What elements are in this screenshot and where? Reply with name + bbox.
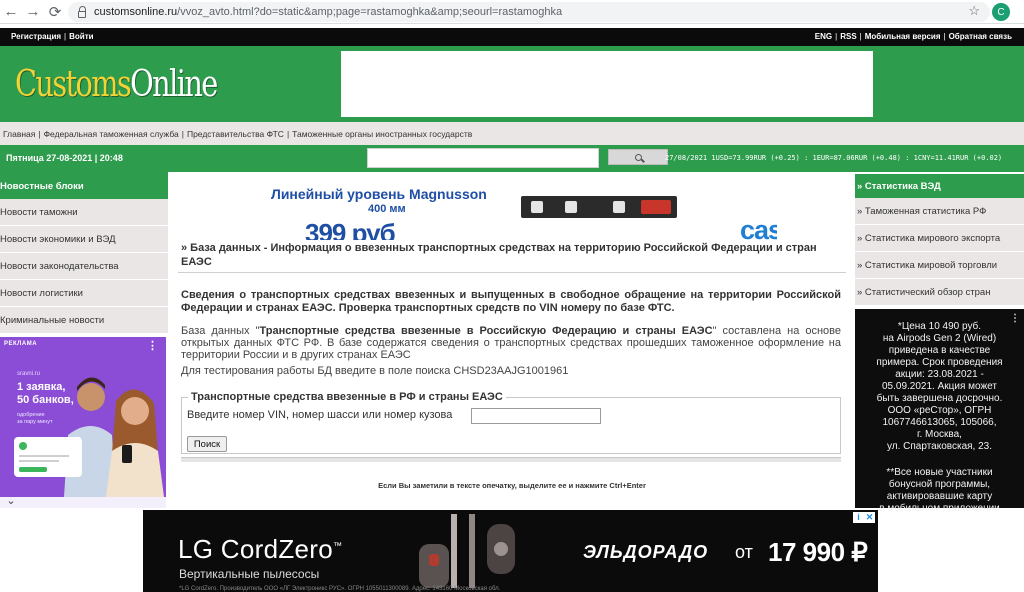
ad-site: sravni.ru bbox=[17, 371, 41, 377]
more-options-icon[interactable]: ⋮ bbox=[147, 339, 158, 352]
page-title: » База данных - Информация о ввезенных т… bbox=[181, 242, 817, 268]
lock-icon bbox=[78, 5, 86, 18]
sidebar-item-country-review[interactable]: » Статистический обзор стран bbox=[855, 279, 1024, 306]
right-ad-banner[interactable]: ⋮ *Цена 10 490 руб. на Airpods Gen 2 (Wi… bbox=[855, 309, 1024, 514]
url-path: /vvoz_avto.html?do=static&amp;page=rasta… bbox=[177, 6, 563, 18]
nav-item-fts[interactable]: Федеральная таможенная служба bbox=[44, 129, 179, 139]
main-content: » База данных - Информация о ввезенных т… bbox=[178, 240, 846, 508]
test-instructions: Для тестирования работы БД введите в пол… bbox=[181, 365, 569, 377]
site-search-button[interactable] bbox=[608, 149, 668, 165]
more-options-icon[interactable]: ⋮ bbox=[1010, 313, 1020, 325]
header-ad-slot[interactable] bbox=[341, 51, 873, 117]
close-icon[interactable]: ✕ bbox=[864, 512, 875, 523]
back-arrow-icon[interactable]: ← bbox=[0, 1, 22, 23]
site-search-input[interactable] bbox=[367, 148, 599, 168]
forward-arrow-icon[interactable]: → bbox=[22, 1, 44, 23]
currency-rates: 27/08/2021 1USD=73.99RUR (+0.25) : 1EUR=… bbox=[665, 154, 1003, 162]
banner-title: Линейный уровень Magnusson bbox=[271, 186, 487, 202]
sidebar-item-law-news[interactable]: Новости законодательства bbox=[0, 253, 168, 280]
vin-search-form: Транспортные средства ввезенные в РФ и с… bbox=[181, 391, 841, 454]
ad-product-name: LG CordZero™ bbox=[178, 534, 342, 565]
url-host: customsonline.ru bbox=[94, 6, 178, 18]
banner-price: 399 руб bbox=[305, 218, 396, 240]
spirit-level-image bbox=[521, 196, 677, 218]
sidebar-item-world-trade[interactable]: » Статистика мировой торговли bbox=[855, 252, 1024, 279]
ad-info-icon[interactable]: i bbox=[853, 512, 864, 523]
rss-link[interactable]: RSS bbox=[840, 32, 856, 41]
sidebar-item-customs-stats[interactable]: » Таможенная статистика РФ bbox=[855, 198, 1024, 225]
bottom-ad-banner[interactable]: LG CordZero™ Вертикальные пылесосы ЭЛЬДО… bbox=[143, 510, 878, 592]
news-blocks-title: Новостные блоки bbox=[0, 172, 168, 199]
lead-paragraph: Сведения о транспортных средствах ввезен… bbox=[181, 289, 841, 314]
logo-online: Online bbox=[130, 64, 218, 105]
feedback-link[interactable]: Обратная связь bbox=[949, 32, 1012, 41]
logo-customs: Customs bbox=[15, 64, 132, 105]
vin-label: Введите номер VIN, номер шасси или номер… bbox=[187, 409, 453, 421]
search-button[interactable]: Поиск bbox=[187, 436, 227, 452]
mobile-version-link[interactable]: Мобильная версия bbox=[865, 32, 941, 41]
browser-toolbar: ← → ⟳ customsonline.ru /vvoz_avto.html?d… bbox=[0, 0, 1024, 24]
woman-photo bbox=[106, 389, 164, 497]
left-ad-banner[interactable]: РЕКЛАМА ⋮ sravni.ru 1 заявка, 50 банков, … bbox=[0, 337, 166, 508]
right-sidebar: » Статистика ВЭД » Таможенная статистика… bbox=[855, 174, 1024, 514]
sidebar-item-economy-news[interactable]: Новости экономики и ВЭД bbox=[0, 226, 168, 253]
ad-disclaimer-2: **Все новые участники бонусной программы… bbox=[879, 467, 1000, 514]
retailer-logo: ЭЛЬДОРАДО bbox=[583, 542, 709, 562]
banner-brand: cas bbox=[740, 215, 777, 240]
divider bbox=[178, 272, 846, 273]
sidebar-item-crime-news[interactable]: Криминальные новости bbox=[0, 307, 168, 334]
site-header: CustomsOnline bbox=[0, 46, 1024, 122]
profile-avatar[interactable]: C bbox=[992, 3, 1010, 21]
ad-brand: LG CordZero bbox=[178, 534, 334, 564]
desc-pre: База данных " bbox=[181, 325, 260, 337]
nav-item-foreign-customs[interactable]: Таможенные органы иностранных государств bbox=[292, 129, 472, 139]
current-date: Пятница 27-08-2021 | 20:48 bbox=[6, 153, 123, 163]
price-prefix: от bbox=[735, 542, 753, 562]
ad-subline-line2: за пару минут bbox=[17, 419, 53, 425]
sidebar-item-customs-news[interactable]: Новости таможни bbox=[0, 199, 168, 226]
main-nav: Главная | Федеральная таможенная служба | Пр… bbox=[0, 122, 1024, 145]
sidebar-item-logistics-news[interactable]: Новости логистики bbox=[0, 280, 168, 307]
level-tool-ad[interactable]: Линейный уровень Magnusson 400 мм 399 ру… bbox=[245, 174, 777, 240]
description-paragraph: База данных "Транспортные средства ввезе… bbox=[181, 325, 841, 361]
app-preview-card bbox=[14, 437, 82, 477]
search-icon bbox=[634, 153, 642, 161]
address-bar[interactable]: customsonline.ru /vvoz_avto.html?do=stat… bbox=[68, 2, 990, 22]
left-sidebar: Новостные блоки Новости таможни Новости … bbox=[0, 172, 168, 508]
ad-product-type: Вертикальные пылесосы bbox=[179, 567, 320, 581]
ad-choices-controls[interactable]: i ✕ bbox=[853, 512, 875, 523]
register-link[interactable]: Регистрация bbox=[11, 32, 61, 41]
vin-input[interactable] bbox=[471, 408, 601, 424]
banner-subtitle: 400 мм bbox=[368, 203, 406, 215]
form-legend: Транспортные средства ввезенные в РФ и с… bbox=[188, 391, 506, 403]
stats-menu-title[interactable]: » Статистика ВЭД bbox=[855, 174, 1024, 198]
nav-item-home[interactable]: Главная bbox=[3, 129, 35, 139]
ad-fine-print: *LG CordZero. Производитель ООО «ЛГ Элек… bbox=[179, 586, 501, 592]
desc-db-name: Транспортные средства ввезенные в Россий… bbox=[259, 325, 713, 337]
ad-disclaimer-1: *Цена 10 490 руб. на Airpods Gen 2 (Wire… bbox=[876, 321, 1003, 452]
login-link[interactable]: Войти bbox=[69, 32, 93, 41]
eng-link[interactable]: ENG bbox=[815, 32, 832, 41]
ad-subline-line1: одобрение bbox=[17, 412, 45, 418]
site-logo[interactable]: CustomsOnline bbox=[15, 64, 218, 105]
nav-item-representations[interactable]: Представительства ФТС bbox=[187, 129, 284, 139]
ad-subline: одобрение за пару минут bbox=[17, 412, 53, 426]
bookmark-star-icon[interactable]: ☆ bbox=[968, 3, 980, 19]
ad-price: 17 990 ₽ bbox=[768, 537, 868, 567]
ad-label: РЕКЛАМА bbox=[4, 341, 38, 347]
typo-report-note: Если Вы заметили в тексте опечатку, выде… bbox=[378, 481, 646, 490]
chevron-down-icon[interactable]: ⌄ bbox=[0, 496, 22, 508]
date-search-bar: Пятница 27-08-2021 | 20:48 27/08/2021 1U… bbox=[0, 145, 1024, 172]
results-divider bbox=[181, 457, 841, 462]
site-topbar: Регистрация | Войти ENG | RSS | Мобильная верс… bbox=[0, 28, 1024, 46]
vacuum-image bbox=[419, 514, 515, 588]
sidebar-item-world-export[interactable]: » Статистика мирового экспорта bbox=[855, 225, 1024, 252]
trademark: ™ bbox=[333, 540, 343, 551]
reload-icon[interactable]: ⟳ bbox=[44, 1, 66, 23]
